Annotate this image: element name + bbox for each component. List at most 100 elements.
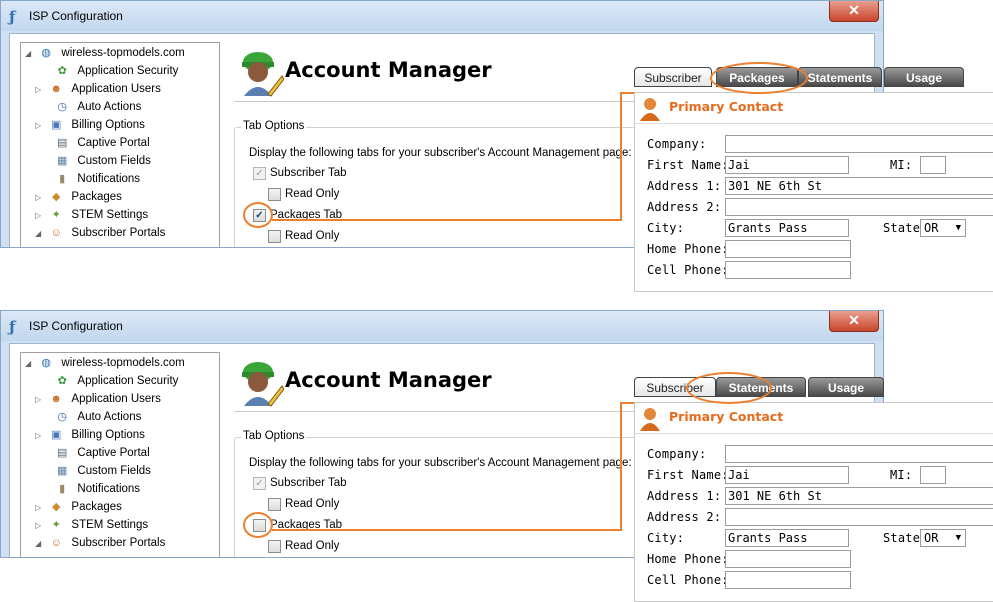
tree-item[interactable]: ✿ Application Security xyxy=(41,372,179,390)
tree-item[interactable]: ▷ ☻ Application Users xyxy=(35,390,161,408)
callout-line xyxy=(620,92,634,94)
primary-contact-panel: Primary Contact Company: First Name: Jai… xyxy=(634,402,993,602)
address1-input[interactable]: 301 NE 6th St xyxy=(725,177,993,195)
packages-read-only-checkbox[interactable] xyxy=(268,539,281,553)
company-input[interactable] xyxy=(725,445,993,463)
expand-arrow-icon[interactable]: ▷ xyxy=(35,499,45,517)
tree-item-label: wireless-topmodels.com xyxy=(61,357,185,369)
city-input[interactable]: Grants Pass xyxy=(725,529,849,547)
app-logo-icon: ƒ xyxy=(9,318,16,336)
tab-usage[interactable]: Usage xyxy=(808,377,884,397)
tree-item[interactable]: ▷ ▣ Billing Options xyxy=(35,116,145,134)
captive-portal-icon: ▤ xyxy=(57,447,68,459)
address1-label: Address 1: xyxy=(647,179,722,193)
expand-arrow-icon[interactable]: ◢ xyxy=(25,355,35,373)
home-phone-input[interactable] xyxy=(725,240,851,258)
first-name-input[interactable]: Jai xyxy=(725,466,849,484)
cell-phone-input[interactable] xyxy=(725,261,851,279)
address1-input[interactable]: 301 NE 6th St xyxy=(725,487,993,505)
tab-usage[interactable]: Usage xyxy=(884,67,964,87)
tree-item-label: Custom Fields xyxy=(77,465,151,477)
tab-options-description: Display the following tabs for your subs… xyxy=(249,147,632,159)
read-only-label: Read Only xyxy=(285,498,340,510)
tree-item-label: STEM Settings xyxy=(71,209,149,221)
page-title: Account Manager xyxy=(285,58,492,82)
state-value: OR xyxy=(924,531,939,545)
expand-arrow-icon[interactable]: ▷ xyxy=(35,207,45,225)
tree-item[interactable]: ◷ Auto Actions xyxy=(41,408,141,426)
tree-item[interactable]: ◢ ◍ wireless-topmodels.com xyxy=(25,354,185,372)
expand-arrow-icon[interactable]: ▷ xyxy=(35,189,45,207)
tree-item-label: Application Users xyxy=(71,83,161,95)
address2-input[interactable] xyxy=(725,198,993,216)
callout-line xyxy=(272,219,620,221)
callout-line xyxy=(620,402,634,404)
tab-statements[interactable]: Statements xyxy=(798,67,882,87)
mi-label: MI: xyxy=(890,468,913,482)
state-select[interactable]: OR ▼ xyxy=(920,219,966,237)
tree-item[interactable]: ▷ ▣ Billing Options xyxy=(35,426,145,444)
tab-options-legend: Tab Options xyxy=(241,120,307,132)
state-value: OR xyxy=(924,221,939,235)
expand-arrow-icon[interactable]: ◢ xyxy=(25,45,35,63)
expand-arrow-icon[interactable]: ▷ xyxy=(35,517,45,535)
close-button[interactable]: ✕ xyxy=(829,1,879,22)
tree-item[interactable]: ◢ ☺ Subscriber Portals xyxy=(35,224,165,242)
cell-phone-input[interactable] xyxy=(725,571,851,589)
checkbox-highlight xyxy=(243,512,273,538)
address2-label: Address 2: xyxy=(647,510,722,524)
tab-subscriber[interactable]: Subscriber xyxy=(634,67,712,87)
mi-input[interactable] xyxy=(920,466,946,484)
chevron-down-icon: ▼ xyxy=(955,533,961,543)
mi-input[interactable] xyxy=(920,156,946,174)
tree-item[interactable]: ▦ Custom Fields xyxy=(41,462,151,480)
close-button[interactable]: ✕ xyxy=(829,311,879,332)
custom-fields-icon: ▦ xyxy=(57,465,68,477)
home-phone-input[interactable] xyxy=(725,550,851,568)
panel-top: ƒ ISP Configuration ✕ ◢ ◍ wireless-topmo… xyxy=(0,0,993,292)
subscriber-read-only-checkbox[interactable] xyxy=(268,187,281,201)
tree-item[interactable]: ◢ ☺ Subscriber Portals xyxy=(35,534,165,552)
packages-read-only-option[interactable]: Read Only xyxy=(268,539,339,553)
tree-item[interactable]: ▮ Notifications xyxy=(41,480,140,498)
divider xyxy=(234,411,664,412)
globe-icon: ◍ xyxy=(41,357,51,369)
company-input[interactable] xyxy=(725,135,993,153)
tree-item[interactable]: ▮ Notifications xyxy=(41,170,140,188)
page-title: Account Manager xyxy=(285,368,492,392)
globe-icon: ◍ xyxy=(41,47,51,59)
packages-read-only-option[interactable]: Read Only xyxy=(268,229,339,243)
tree-item[interactable]: ▦ Custom Fields xyxy=(41,152,151,170)
tree-item[interactable]: ✿ Application Security xyxy=(41,62,179,80)
state-select[interactable]: OR ▼ xyxy=(920,529,966,547)
tree-item[interactable]: ▷ ☻ Application Users xyxy=(35,80,161,98)
subscriber-read-only-option[interactable]: Read Only xyxy=(268,187,339,201)
address2-input[interactable] xyxy=(725,508,993,526)
first-name-input[interactable]: Jai xyxy=(725,156,849,174)
tree-item[interactable]: ◷ Auto Actions xyxy=(41,98,141,116)
tree-item[interactable]: ▷ ◆ Packages xyxy=(35,498,122,516)
tree-item[interactable]: ▷ ◆ Packages xyxy=(35,188,122,206)
primary-contact-header: Primary Contact xyxy=(635,93,993,124)
tree-item-label: wireless-topmodels.com xyxy=(61,47,185,59)
expand-arrow-icon[interactable]: ▷ xyxy=(35,427,45,445)
cell-phone-label: Cell Phone: xyxy=(647,573,729,587)
expand-arrow-icon[interactable]: ▷ xyxy=(35,81,45,99)
tree-item[interactable]: ▤ Captive Portal xyxy=(41,134,150,152)
tree-item[interactable]: ▷ ✦ STEM Settings xyxy=(35,206,148,224)
expand-arrow-icon[interactable]: ◢ xyxy=(35,535,45,553)
tree-item[interactable]: ◢ ◍ wireless-topmodels.com xyxy=(25,44,185,62)
address2-label: Address 2: xyxy=(647,200,722,214)
expand-arrow-icon[interactable]: ▷ xyxy=(35,391,45,409)
panel-bottom: ƒ ISP Configuration ✕ ◢ ◍ wireless-topmo… xyxy=(0,310,993,602)
subscriber-read-only-option[interactable]: Read Only xyxy=(268,497,339,511)
city-label: City: xyxy=(647,221,685,235)
tree-item[interactable]: ▷ ✦ STEM Settings xyxy=(35,516,148,534)
subscriber-read-only-checkbox[interactable] xyxy=(268,497,281,511)
expand-arrow-icon[interactable]: ▷ xyxy=(35,117,45,135)
expand-arrow-icon[interactable]: ◢ xyxy=(35,225,45,243)
tree-item[interactable]: ▤ Captive Portal xyxy=(41,444,150,462)
home-phone-label: Home Phone: xyxy=(647,242,729,256)
city-input[interactable]: Grants Pass xyxy=(725,219,849,237)
packages-read-only-checkbox[interactable] xyxy=(268,229,281,243)
